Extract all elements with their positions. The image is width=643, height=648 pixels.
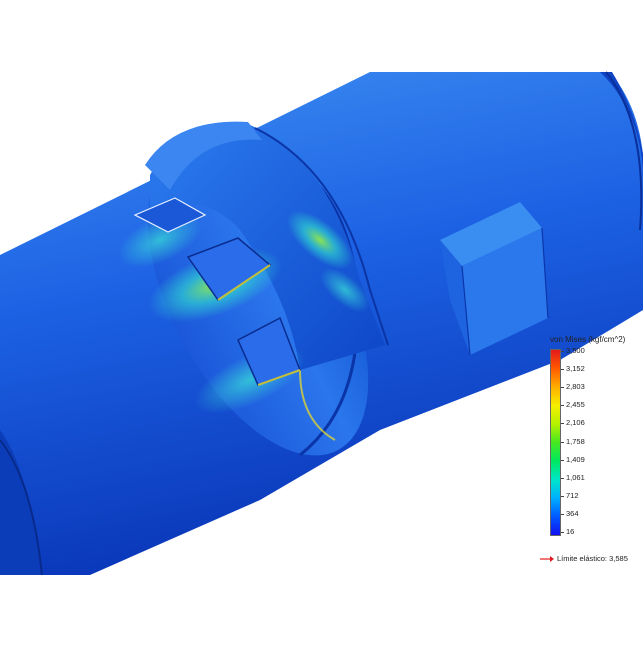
- legend-tick-mark: [561, 477, 564, 479]
- yield-limit-text: Límite elástico: 3,585: [557, 554, 628, 563]
- legend-tick-label: 1,061: [566, 472, 585, 482]
- legend-tick-label: 2,455: [566, 400, 585, 410]
- legend-tick-mark: [561, 441, 564, 443]
- legend-tick-mark: [561, 369, 564, 371]
- yield-limit-label: Límite elástico: 3,585: [540, 554, 628, 563]
- legend-tick-label: 3,152: [566, 364, 585, 374]
- legend-tick-label: 2,803: [566, 382, 585, 392]
- fea-viewport[interactable]: von Mises (kgf/cm^2) 3,500 3,152 2,803 2,45…: [0, 0, 643, 643]
- legend-tick-label: 712: [566, 490, 579, 500]
- stress-legend: von Mises (kgf/cm^2) 3,500 3,152 2,803 2,45…: [540, 335, 640, 575]
- legend-tick-mark: [561, 405, 564, 407]
- legend-colorbar: [550, 349, 561, 536]
- legend-tick-label: 16: [566, 527, 575, 536]
- legend-tick-mark: [561, 387, 564, 389]
- legend-tick-mark: [561, 513, 564, 515]
- legend-tick-mark: [561, 532, 564, 533]
- legend-tick-mark: [561, 351, 564, 352]
- legend-tick-mark: [561, 423, 564, 425]
- legend-tick-label: 364: [566, 508, 579, 518]
- legend-tick-label: 1,758: [566, 436, 585, 446]
- legend-tick-label: 2,106: [566, 418, 585, 428]
- legend-tick-mark: [561, 459, 564, 461]
- legend-tick-label: 1,409: [566, 454, 585, 464]
- legend-tick-mark: [561, 495, 564, 497]
- arrow-right-icon: [540, 556, 554, 563]
- legend-title: von Mises (kgf/cm^2): [550, 335, 626, 344]
- legend-tick-label: 3,500: [566, 346, 585, 355]
